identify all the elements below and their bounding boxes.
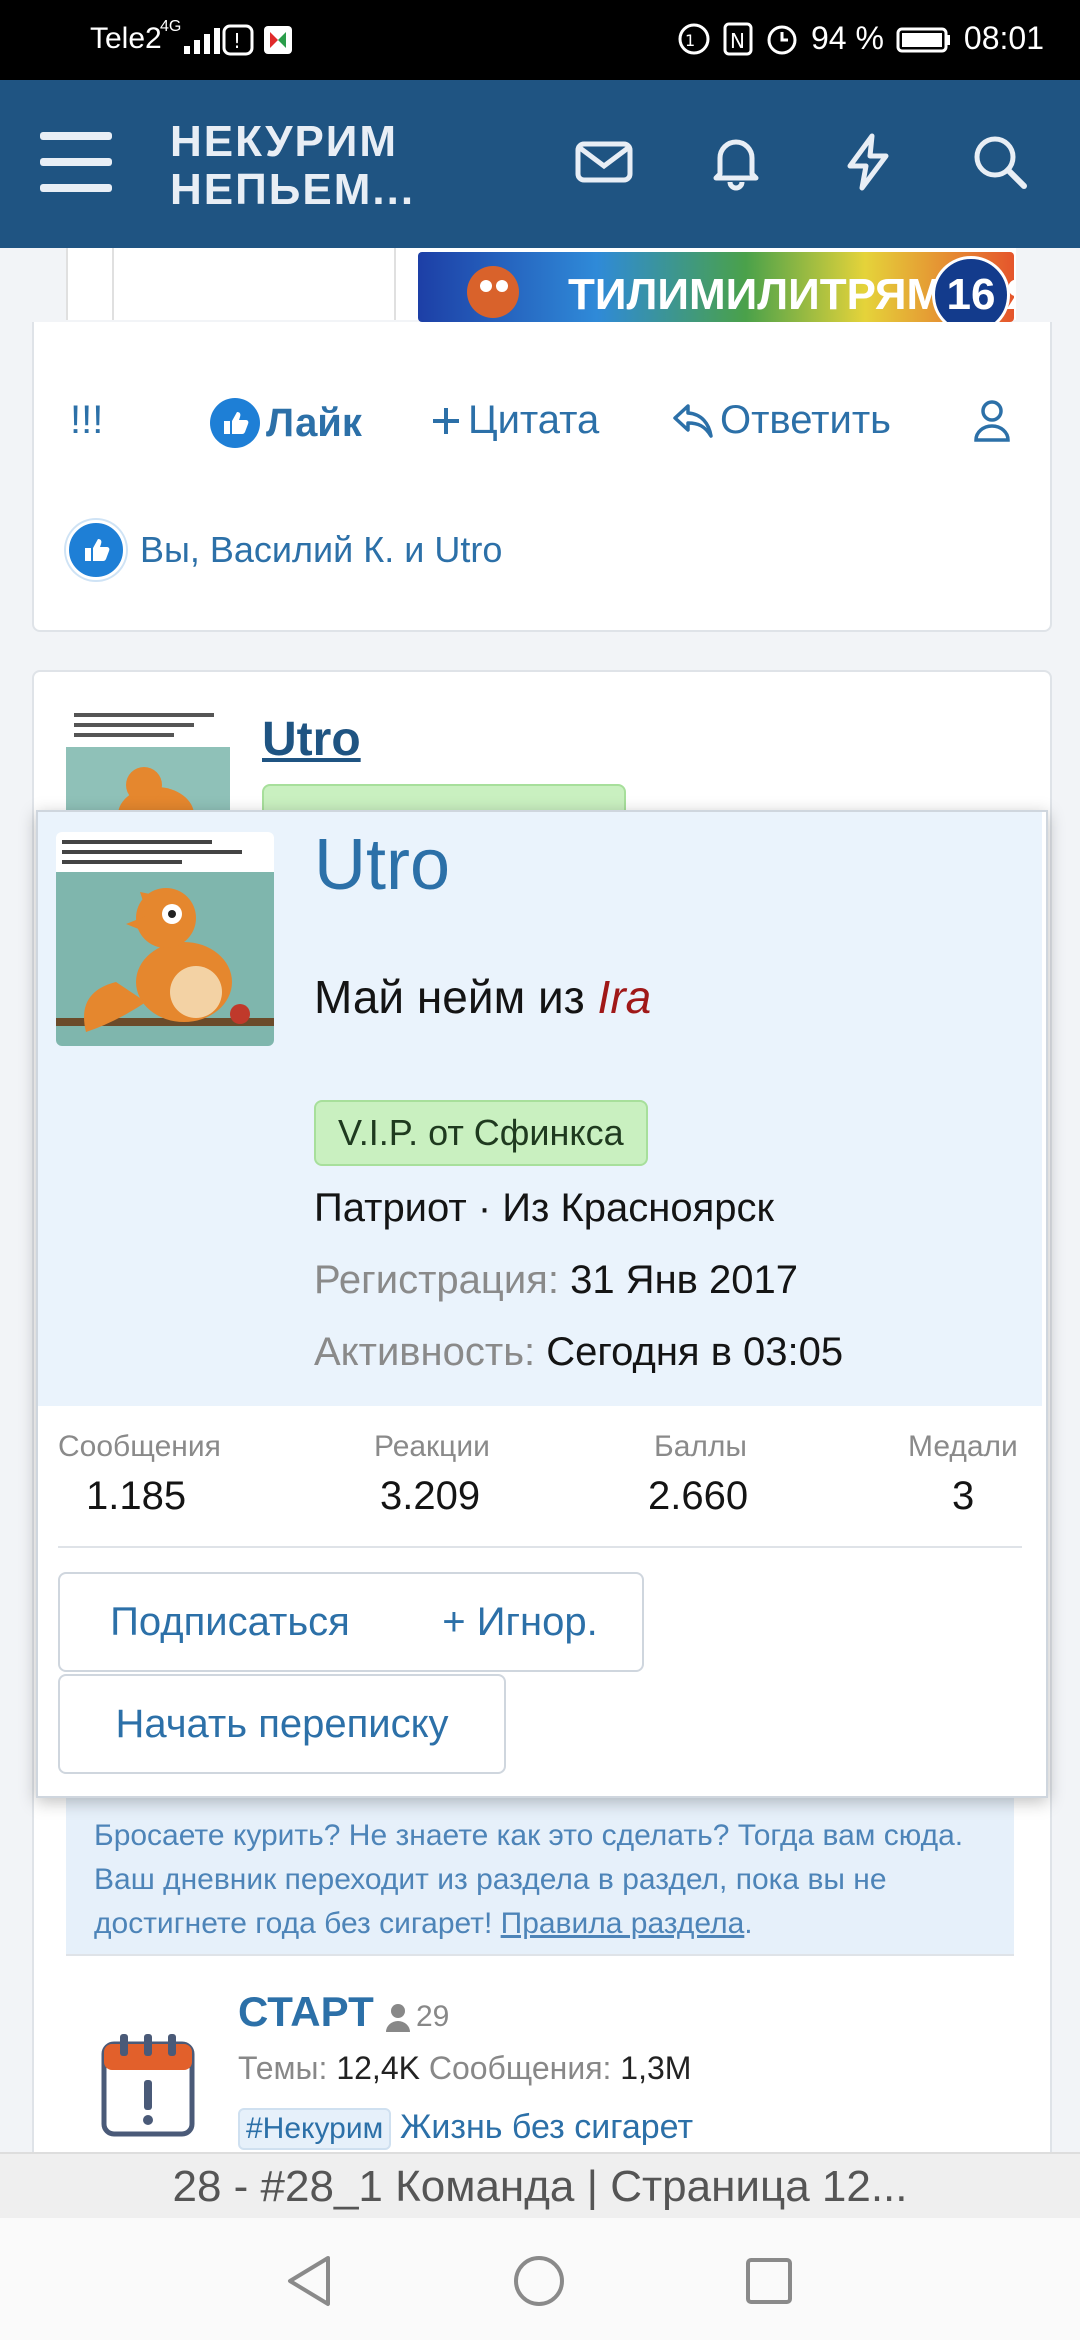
quote-label: Цитата xyxy=(468,398,600,442)
thumbs-up-icon xyxy=(66,520,126,580)
member-avatar[interactable] xyxy=(56,832,274,1046)
fox-avatar-image xyxy=(56,840,274,1046)
logo-line2: НЕПЬЕМ... xyxy=(170,165,416,214)
reply-arrow-icon xyxy=(673,403,713,438)
member-name[interactable]: Utro xyxy=(314,824,450,906)
nfc-icon: N xyxy=(723,22,753,55)
calendar-alert-icon xyxy=(101,2034,195,2137)
signature-banner[interactable]: ТИЛИМИЛИТРЯМДИЯ 16 xyxy=(418,252,1014,322)
plus-icon xyxy=(433,407,459,434)
page-title-bar[interactable]: 28 - #28_1 Команда | Страница 12... xyxy=(0,2152,1080,2220)
last-thread-link[interactable]: Жизнь без сигарет xyxy=(400,2108,693,2147)
alarm-icon xyxy=(767,25,797,54)
node-viewers: 29 xyxy=(384,2000,449,2034)
activity-value: Сегодня в 03:05 xyxy=(546,1330,844,1374)
quote-button[interactable]: Цитата xyxy=(430,398,599,443)
follow-button[interactable]: Подписаться xyxy=(58,1572,402,1672)
bell-icon[interactable] xyxy=(704,130,768,194)
member-title-em: Ira xyxy=(597,971,652,1023)
forum-node-title[interactable]: СТАРТ xyxy=(238,1988,374,2036)
threads-value: 12,4K xyxy=(336,2050,420,2086)
search-icon[interactable] xyxy=(968,130,1032,194)
banner-number: 16 xyxy=(932,256,1010,322)
home-icon[interactable] xyxy=(512,2254,566,2308)
stat-value-reactions[interactable]: 3.209 xyxy=(380,1474,480,1519)
like-button[interactable]: Лайк xyxy=(210,398,362,448)
messages-label: Сообщения: xyxy=(428,2050,612,2086)
stat-label-messages: Сообщения xyxy=(58,1430,221,1463)
stat-value-messages[interactable]: 1.185 xyxy=(86,1474,186,1519)
data-saver-icon: 1 xyxy=(678,23,710,54)
cartoon-character-icon xyxy=(467,266,519,318)
content-divider xyxy=(112,248,114,320)
battery-percent: 94 % xyxy=(810,20,884,56)
lightning-icon[interactable] xyxy=(836,130,900,194)
menu-icon[interactable] xyxy=(40,132,112,192)
clock: 08:01 xyxy=(963,20,1044,56)
report-button[interactable]: !!! xyxy=(70,398,103,443)
threads-label: Темы: xyxy=(238,2050,328,2086)
user-icon[interactable] xyxy=(972,398,1012,442)
registration-value: 31 Янв 2017 xyxy=(570,1258,799,1302)
reply-button[interactable]: Ответить xyxy=(672,398,891,443)
likes-summary[interactable]: Вы, Василий К. и Utro xyxy=(66,520,502,580)
divider xyxy=(66,1954,1014,1956)
member-title-prefix: Май нейм из xyxy=(314,971,598,1023)
mail-icon[interactable] xyxy=(572,130,636,194)
user-icon xyxy=(386,2004,410,2032)
messages-value: 1,3M xyxy=(620,2050,692,2086)
svg-text:!: ! xyxy=(233,29,241,53)
network-type: 4G xyxy=(160,18,182,35)
member-registration: Регистрация: 31 Янв 2017 xyxy=(314,1258,798,1303)
likes-text: Вы, Василий К. и Utro xyxy=(140,529,503,570)
logo-line1: НЕКУРИМ xyxy=(170,117,399,166)
back-icon[interactable] xyxy=(284,2254,334,2308)
activity-label: Активность: xyxy=(314,1330,536,1374)
status-right: 1 N 94 % 08:01 xyxy=(677,20,1044,57)
like-label: Лайк xyxy=(266,400,362,445)
carrier-label: Tele2 xyxy=(90,22,162,55)
member-banner: V.I.P. от Сфинкса xyxy=(314,1100,648,1166)
member-activity: Активность: Сегодня в 03:05 xyxy=(314,1330,843,1375)
ignore-button[interactable]: + Игнор. xyxy=(398,1572,644,1672)
stat-value-points[interactable]: 2.660 xyxy=(648,1474,748,1519)
battery-icon xyxy=(896,27,950,52)
thread-prefix-tag[interactable]: #Некурим xyxy=(238,2108,392,2150)
forum-rules-link[interactable]: Правила раздела xyxy=(501,1907,745,1940)
registration-label: Регистрация: xyxy=(314,1258,559,1302)
start-conversation-button[interactable]: Начать переписку xyxy=(58,1674,506,1774)
member-location: Патриот · Из Красноярск xyxy=(314,1186,774,1230)
divider xyxy=(58,1546,1022,1548)
member-title: Май нейм из Ira xyxy=(314,970,651,1024)
app-icon xyxy=(264,26,292,54)
post-author-name[interactable]: Utro xyxy=(262,712,361,767)
post-card xyxy=(32,322,1052,632)
stat-label-points: Баллы xyxy=(654,1430,747,1463)
content-divider xyxy=(394,248,396,320)
stat-label-medals: Медали xyxy=(908,1430,1018,1463)
reply-label: Ответить xyxy=(720,398,891,442)
node-stats: Темы: 12,4K Сообщения: 1,3M xyxy=(238,2050,691,2087)
recents-icon[interactable] xyxy=(744,2256,794,2306)
app-header xyxy=(0,80,1080,248)
stat-value-medals[interactable]: 3 xyxy=(952,1474,974,1519)
svg-text:N: N xyxy=(730,29,745,53)
thumbs-up-icon xyxy=(210,398,260,448)
site-logo[interactable]: НЕКУРИМ НЕПЬЕМ... xyxy=(170,118,415,214)
notification-icon: ! xyxy=(222,24,254,56)
forum-description: Бросаете курить? Не знаете как это сдела… xyxy=(66,1790,1014,1954)
svg-text:1: 1 xyxy=(685,31,695,50)
stat-label-reactions: Реакции xyxy=(374,1430,490,1463)
status-bar: Tele2 4G ! 1 N 94 % 08:01 xyxy=(0,0,1080,80)
node-viewers-count: 29 xyxy=(416,2000,450,2033)
